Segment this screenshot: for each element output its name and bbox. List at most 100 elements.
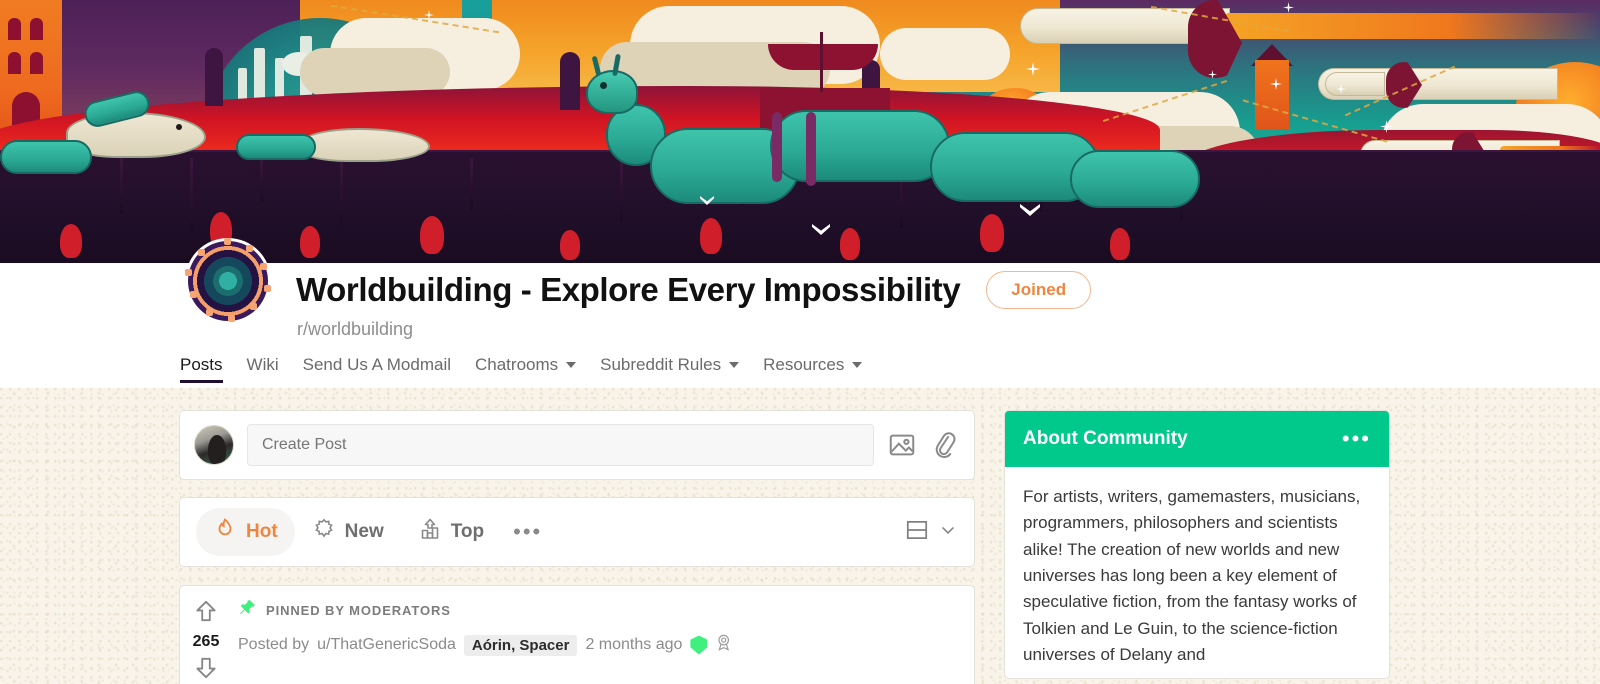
tab-send-us-a-modmail[interactable]: Send Us A Modmail xyxy=(303,355,475,383)
tab-label: Resources xyxy=(763,355,845,374)
banner-cloud xyxy=(300,48,450,96)
banner-cliff-drip xyxy=(260,158,263,202)
banner-serpent-segment xyxy=(1070,150,1200,208)
pinned-row: Pinned by moderators xyxy=(238,598,962,622)
banner-red-plant xyxy=(60,224,82,258)
tab-posts[interactable]: Posts xyxy=(180,355,247,383)
upvote-arrow-icon[interactable] xyxy=(193,598,219,629)
banner-sea-creature-tail xyxy=(236,134,316,160)
banner-fortress-pole xyxy=(820,32,823,92)
banner-cliff-drip xyxy=(470,158,473,210)
banner-cloud xyxy=(880,28,1010,80)
pinned-label: Pinned by moderators xyxy=(266,602,451,618)
banner-peak xyxy=(560,52,580,110)
banner-red-plant xyxy=(1110,228,1130,260)
about-community-card: About Community ••• For artists, writers… xyxy=(1004,410,1390,680)
banner-serpent-eye xyxy=(600,82,607,89)
post-feed-column: Hot New xyxy=(179,410,975,684)
sort-label: Top xyxy=(450,521,485,542)
joined-button[interactable]: Joined xyxy=(986,271,1092,309)
tab-label: Posts xyxy=(180,355,223,374)
subreddit-avatar[interactable] xyxy=(185,238,271,324)
subreddit-banner xyxy=(0,0,1600,263)
tab-wiki[interactable]: Wiki xyxy=(247,355,303,383)
tab-label: Wiki xyxy=(246,355,279,374)
tab-label: Subreddit Rules xyxy=(600,355,722,374)
vote-column: 265 xyxy=(180,586,232,684)
banner-purple-band xyxy=(806,112,816,186)
chevron-down-icon xyxy=(729,362,740,368)
subreddit-title-row: Worldbuilding - Explore Every Impossibil… xyxy=(296,271,1092,309)
banner-sea-creature-tail xyxy=(0,140,92,174)
post-card[interactable]: 265 Pinned by moderato xyxy=(179,585,975,684)
link-icon[interactable] xyxy=(930,430,960,460)
tab-resources[interactable]: Resources xyxy=(763,355,886,383)
subreddit-handle: r/worldbuilding xyxy=(297,319,414,339)
banner-cliff-drip xyxy=(120,158,123,214)
post-timestamp: 2 months ago xyxy=(585,636,683,653)
pushpin-icon xyxy=(238,598,257,622)
vote-count: 265 xyxy=(192,633,220,650)
chevron-down-icon xyxy=(566,362,577,368)
page-title: Worldbuilding - Explore Every Impossibil… xyxy=(296,271,961,308)
post-sort-bar: Hot New Top ••• xyxy=(179,497,975,567)
banner-red-plant xyxy=(420,216,444,254)
chevron-down-icon xyxy=(852,362,863,368)
banner-lighthouse xyxy=(1255,60,1289,130)
mod-shield-badge xyxy=(690,635,708,655)
banner-purple-band xyxy=(772,112,782,182)
tab-chatrooms[interactable]: Chatrooms xyxy=(475,355,600,383)
subreddit-header: Worldbuilding - Explore Every Impossibil… xyxy=(0,238,1600,388)
subreddit-page: Worldbuilding - Explore Every Impossibil… xyxy=(0,0,1600,684)
banner-rocket xyxy=(1325,72,1385,96)
banner-cliff-drip xyxy=(620,158,623,222)
banner-red-plant xyxy=(700,218,722,254)
about-community-description: For artists, writers, gamemasters, music… xyxy=(1023,487,1361,665)
banner-sea-creature-eye xyxy=(176,124,182,130)
sort-more-button[interactable]: ••• xyxy=(501,521,554,543)
post-meta-row: Posted by u/ThatGenericSoda Aórin, Space… xyxy=(238,633,962,657)
banner-red-plant xyxy=(560,230,580,260)
create-post-input[interactable] xyxy=(247,424,874,466)
image-icon[interactable] xyxy=(887,430,917,460)
banner-red-plant xyxy=(840,228,860,260)
about-community-header: About Community ••• xyxy=(1005,411,1389,467)
sparkle-icon xyxy=(312,517,336,547)
banner-cliff-drip xyxy=(190,158,193,232)
subreddit-avatar-image xyxy=(185,238,271,322)
banner-cliff-drip xyxy=(340,158,343,226)
banner-red-plant xyxy=(980,214,1004,252)
sort-new[interactable]: New xyxy=(295,508,401,556)
main-content: Hot New xyxy=(0,388,1600,684)
banner-serpent-head xyxy=(586,70,638,114)
downvote-arrow-icon[interactable] xyxy=(193,655,219,684)
chevron-down-icon xyxy=(938,520,958,545)
avatar[interactable] xyxy=(194,425,234,465)
banner-peak xyxy=(205,48,223,106)
podium-icon xyxy=(418,517,442,547)
banner-rocket-flame xyxy=(1225,13,1600,39)
sort-label: New xyxy=(344,521,384,542)
about-community-menu-button[interactable]: ••• xyxy=(1342,428,1371,450)
card-view-icon xyxy=(904,517,930,548)
subreddit-nav-tabs: Posts Wiki Send Us A Modmail Chatrooms S… xyxy=(180,355,886,383)
view-mode-toggle[interactable] xyxy=(904,517,958,548)
tab-subreddit-rules[interactable]: Subreddit Rules xyxy=(600,355,763,383)
author-flair: Aórin, Spacer xyxy=(463,634,578,656)
sort-hot[interactable]: Hot xyxy=(196,508,295,556)
posted-by-label: Posted by xyxy=(238,636,310,653)
tab-label: Send Us A Modmail xyxy=(302,355,451,374)
flame-icon xyxy=(213,517,237,547)
sort-label: Hot xyxy=(246,521,278,542)
sort-top[interactable]: Top xyxy=(401,508,501,556)
banner-red-plant xyxy=(300,226,320,258)
banner-serpent-segment xyxy=(770,110,950,182)
about-community-title: About Community xyxy=(1023,428,1188,449)
post-body: Pinned by moderators Posted by u/ThatGen… xyxy=(232,586,974,684)
post-author-link[interactable]: u/ThatGenericSoda xyxy=(317,636,456,654)
banner-fortress-flag xyxy=(768,44,878,70)
tab-label: Chatrooms xyxy=(475,355,559,374)
award-badge[interactable] xyxy=(715,633,734,657)
create-post-bar xyxy=(179,410,975,480)
banner-sea-creature xyxy=(300,128,430,162)
